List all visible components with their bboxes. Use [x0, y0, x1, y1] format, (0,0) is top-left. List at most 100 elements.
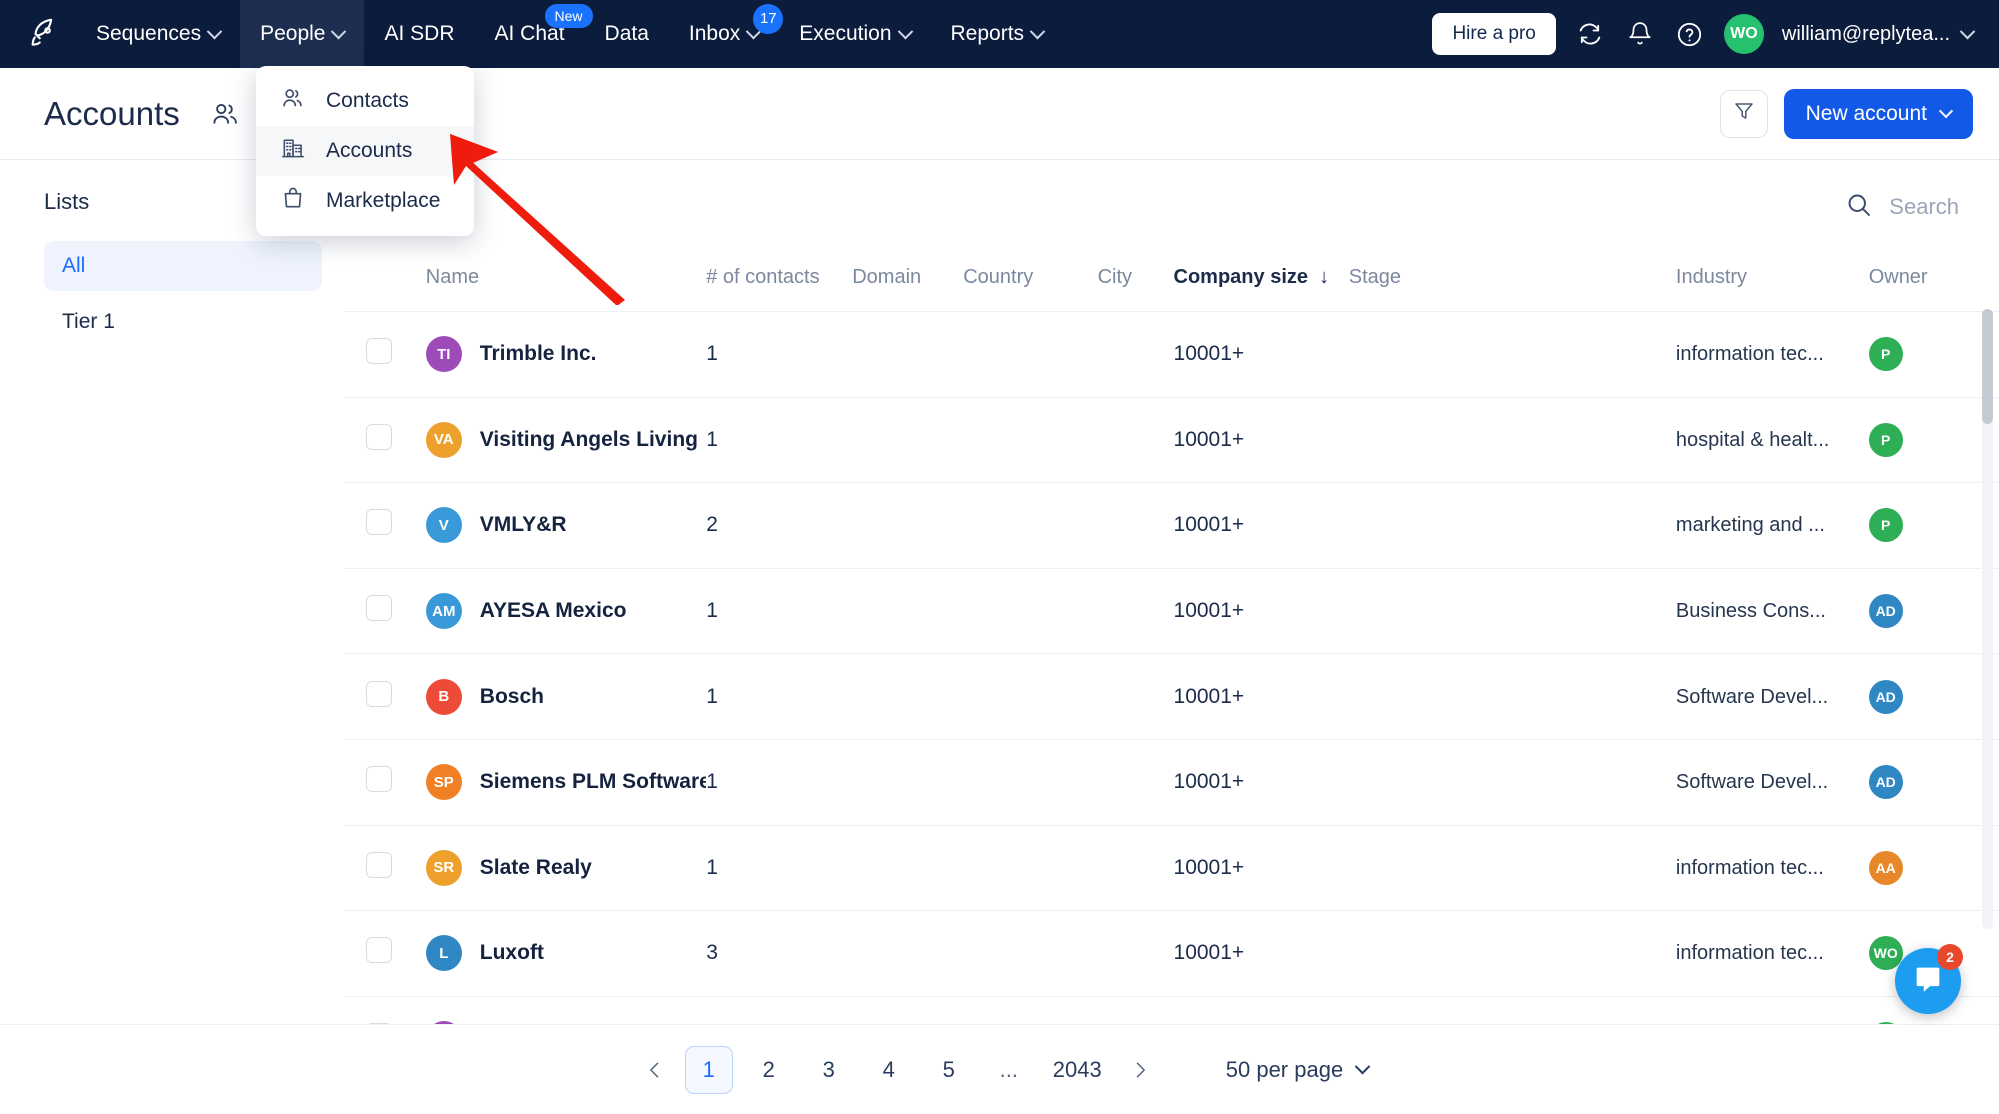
dropdown-label: Accounts: [326, 139, 413, 162]
th-name[interactable]: Name: [426, 253, 706, 312]
dropdown-item-contacts[interactable]: Contacts: [256, 76, 474, 126]
row-industry-cell: marketing and ...: [1675, 482, 1869, 569]
table-row[interactable]: SP Siemens PLM Software 1 10001+ Software De…: [344, 738, 1999, 826]
page-button-5[interactable]: 5: [925, 1046, 973, 1094]
th-country[interactable]: Country: [963, 253, 1097, 312]
table-row[interactable]: B Bosch 1 10001+ Software Devel... AD: [344, 653, 1999, 740]
sync-icon[interactable]: [1574, 18, 1606, 50]
account-name[interactable]: Visiting Angels Living: [480, 428, 698, 452]
owner-avatar: P: [1868, 508, 1903, 543]
avatar[interactable]: WO: [1723, 14, 1764, 54]
help-circle-icon[interactable]: [1674, 18, 1706, 50]
row-checkbox[interactable]: [366, 680, 392, 707]
intercom-chat-button[interactable]: 2: [1895, 944, 1963, 1014]
people-icon[interactable]: [208, 97, 242, 131]
nav-item-people[interactable]: People: [240, 0, 365, 68]
sidebar-item-tier-1[interactable]: Tier 1: [44, 297, 322, 347]
user-email-menu[interactable]: william@replytea...: [1782, 23, 1976, 46]
table-row[interactable]: L Luxoft 3 10001+ information tec... WO: [344, 910, 1999, 997]
row-contacts-cell: 1: [706, 824, 853, 911]
dropdown-item-accounts[interactable]: Accounts: [256, 126, 474, 176]
th-company-size[interactable]: Company size ↓: [1174, 253, 1349, 312]
th-domain[interactable]: Domain: [852, 253, 963, 312]
chevron-left-icon[interactable]: [631, 1046, 679, 1094]
account-name[interactable]: Slate Realy: [480, 856, 592, 880]
search-placeholder: Search: [1889, 194, 1959, 219]
table-body: TI Trimble Inc. 1 10001+ information tec... P…: [344, 311, 1999, 1114]
table-row[interactable]: AM AYESA Mexico 1 10001+ Business Cons... AD: [344, 567, 1999, 654]
page-button-2[interactable]: 2: [745, 1046, 793, 1094]
table-row[interactable]: TI Trimble Inc. 1 10001+ information tec... P: [344, 311, 1999, 398]
th-contacts[interactable]: # of contacts: [706, 253, 852, 312]
th-industry[interactable]: Industry: [1676, 253, 1869, 312]
nav-item-sequences[interactable]: Sequences: [76, 0, 240, 68]
dropdown-item-marketplace[interactable]: Marketplace: [256, 176, 474, 226]
nav-label: Reports: [950, 22, 1025, 45]
contacts-icon: [280, 85, 306, 117]
account-name[interactable]: VMLY&R: [480, 513, 567, 537]
row-owner-cell: P: [1868, 396, 1974, 483]
sidebar-item-all[interactable]: All: [44, 241, 322, 291]
page-button-last[interactable]: 2043: [1045, 1046, 1110, 1094]
account-name[interactable]: AYESA Mexico: [480, 599, 627, 623]
bell-icon[interactable]: [1624, 18, 1656, 50]
row-checkbox[interactable]: [366, 338, 392, 365]
filter-button[interactable]: [1719, 89, 1768, 138]
row-checkbox[interactable]: [366, 595, 392, 622]
row-stage-cell: [1348, 910, 1676, 997]
account-name[interactable]: Bosch: [480, 685, 544, 709]
table-row[interactable]: VA Visiting Angels Living 1 10001+ hospital …: [344, 396, 1999, 483]
th-city[interactable]: City: [1098, 253, 1174, 312]
th-company-size-label: Company size: [1173, 265, 1308, 288]
row-checkbox[interactable]: [366, 509, 392, 536]
row-country-cell: [963, 824, 1098, 911]
vertical-scrollbar[interactable]: [1982, 309, 1993, 929]
nav-item-inbox[interactable]: Inbox 17: [669, 0, 784, 68]
account-avatar: B: [425, 678, 462, 715]
row-country-cell: [963, 482, 1098, 569]
row-company-size-cell: 10001+: [1173, 824, 1349, 911]
chevron-down-icon: [331, 23, 347, 39]
nav-item-data[interactable]: Data: [585, 0, 669, 68]
row-industry-cell: Software Devel...: [1675, 738, 1869, 826]
page-button-1[interactable]: 1: [684, 1045, 733, 1094]
account-name[interactable]: Siemens PLM Software: [480, 770, 706, 794]
hire-a-pro-button[interactable]: Hire a pro: [1432, 13, 1556, 55]
table-row[interactable]: SR Slate Realy 1 10001+ information tec... AA: [344, 824, 1999, 911]
vertical-scrollbar-thumb[interactable]: [1982, 309, 1993, 424]
row-stage-cell: [1348, 311, 1676, 398]
search-input[interactable]: Search: [1845, 191, 1959, 224]
new-account-label: New account: [1805, 101, 1927, 125]
nav-item-reports[interactable]: Reports: [931, 0, 1064, 68]
account-name[interactable]: Luxoft: [480, 941, 544, 965]
nav-item-execution[interactable]: Execution: [779, 0, 930, 68]
nav-item-ai-sdr[interactable]: AI SDR: [364, 0, 474, 68]
nav-item-ai-chat[interactable]: AI Chat New: [475, 0, 593, 68]
account-name[interactable]: Trimble Inc.: [480, 342, 597, 366]
new-account-button[interactable]: New account: [1783, 88, 1973, 139]
row-industry-cell: hospital & healt...: [1675, 396, 1869, 483]
rocket-icon[interactable]: [12, 0, 76, 68]
row-owner-cell: P: [1868, 311, 1974, 398]
th-stage[interactable]: Stage: [1349, 253, 1676, 312]
filter-icon: [1732, 99, 1756, 128]
per-page-dropdown[interactable]: 50 per page: [1226, 1057, 1371, 1083]
row-checkbox[interactable]: [366, 937, 392, 964]
page-button-3[interactable]: 3: [805, 1046, 853, 1094]
account-avatar: TI: [425, 336, 462, 373]
nav-label: People: [260, 22, 326, 45]
nav-label: Execution: [799, 22, 892, 45]
row-checkbox[interactable]: [366, 423, 392, 450]
row-country-cell: [963, 311, 1098, 398]
page-button-4[interactable]: 4: [865, 1046, 913, 1094]
chevron-right-icon[interactable]: [1116, 1046, 1164, 1094]
row-industry-cell: Software Devel...: [1675, 653, 1869, 740]
row-company-size-cell: 10001+: [1173, 396, 1349, 483]
row-checkbox[interactable]: [366, 766, 392, 793]
building-icon: [280, 135, 306, 167]
th-owner[interactable]: Owner: [1869, 253, 1974, 312]
chevron-down-icon: [1354, 1058, 1371, 1075]
column-settings-button[interactable]: [1974, 253, 1999, 312]
row-checkbox[interactable]: [366, 851, 392, 878]
table-row[interactable]: V VMLY&R 2 10001+ marketing and ... P: [344, 482, 1999, 569]
